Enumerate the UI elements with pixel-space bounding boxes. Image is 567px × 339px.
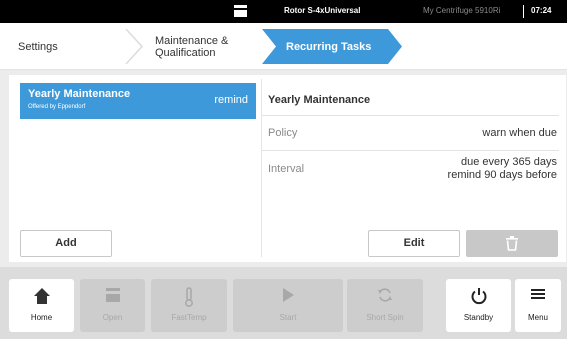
status-bar: Rotor S-4xUniversal My Centrifuge 5910Ri… [0, 0, 567, 23]
panel-divider [261, 79, 262, 257]
add-button[interactable]: Add [20, 230, 112, 257]
task-list-item[interactable]: Yearly Maintenance Offered by Eppendorf … [20, 83, 256, 119]
breadcrumb-maintenance-line2: Qualification [155, 46, 216, 59]
detail-title: Yearly Maintenance [268, 94, 371, 106]
home-label: Home [30, 313, 53, 322]
breadcrumb-recurring-tasks[interactable]: Recurring Tasks [286, 29, 371, 64]
lid-icon [234, 5, 247, 17]
standby-button[interactable]: Standby [446, 279, 511, 332]
breadcrumb-settings[interactable]: Settings [18, 29, 58, 64]
policy-value: warn when due [482, 127, 557, 139]
breadcrumb-maintenance-line1: Maintenance & [155, 34, 229, 47]
fasttemp-label: FastTemp [171, 313, 207, 322]
device-name: My Centrifuge 5910Ri [423, 6, 501, 15]
rotor-name: Rotor S-4xUniversal [284, 6, 361, 15]
clock: 07:24 [531, 6, 552, 15]
breadcrumb-separator-icon [125, 29, 144, 64]
breadcrumb-maintenance[interactable]: Maintenance & Qualification [155, 29, 250, 64]
trash-icon [506, 236, 518, 251]
lid-open-icon [105, 288, 120, 302]
standby-label: Standby [463, 313, 494, 322]
status-divider [523, 5, 524, 18]
task-subtitle: Offered by Eppendorf [28, 104, 86, 110]
refresh-icon [378, 288, 392, 302]
interval-value: due every 365 days remind 90 days before [448, 156, 557, 182]
detail-divider [262, 150, 559, 151]
hamburger-icon [531, 289, 545, 299]
edit-button[interactable]: Edit [368, 230, 460, 257]
play-icon [283, 288, 294, 302]
interval-value-line1: due every 365 days [460, 156, 557, 168]
home-button[interactable]: Home [9, 279, 74, 332]
policy-label: Policy [268, 127, 298, 139]
thermometer-icon [185, 287, 193, 307]
menu-label: Menu [527, 313, 548, 322]
power-icon [471, 288, 486, 305]
delete-button[interactable] [466, 230, 558, 257]
breadcrumb-maintenance-label: Maintenance & Qualification [155, 35, 228, 59]
interval-label: Interval [268, 163, 305, 175]
interval-value-line2: remind 90 days before [447, 169, 557, 181]
detail-divider [262, 115, 559, 116]
open-label: Open [102, 313, 123, 322]
open-button[interactable]: Open [80, 279, 145, 332]
short-spin-label: Short Spin [366, 313, 404, 322]
fasttemp-button[interactable]: FastTemp [151, 279, 227, 332]
bottom-toolbar: Home Open FastTemp Start Short Spin Stan… [0, 267, 567, 339]
breadcrumb-settings-label: Settings [18, 40, 58, 53]
breadcrumb: Settings Maintenance & Qualification Rec… [0, 23, 567, 70]
short-spin-button[interactable]: Short Spin [347, 279, 423, 332]
task-tag: remind [214, 94, 248, 106]
menu-button[interactable]: Menu [515, 279, 561, 332]
start-button[interactable]: Start [233, 279, 343, 332]
start-label: Start [279, 313, 297, 322]
task-title: Yearly Maintenance [28, 88, 131, 100]
home-icon [33, 288, 50, 304]
breadcrumb-recurring-tasks-label: Recurring Tasks [286, 40, 372, 53]
